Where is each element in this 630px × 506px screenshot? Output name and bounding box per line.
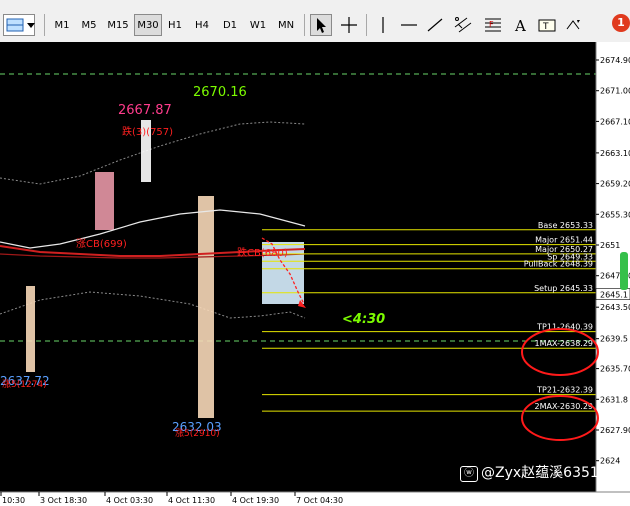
timeframe-m1-button[interactable]: M1 [50,14,74,36]
price-axis: 2674.90 2671.00 2667.10 2663.10 2659.20 2655.… [595,42,630,492]
toolbar-separator [304,14,305,36]
fibonacci-icon: F [485,18,501,32]
time-tick-label: 4 Oct 19:30 [232,496,279,505]
signal-tag: 涨5(1274) [2,379,47,390]
time-tick-label: 7 Oct 04:30 [296,496,343,505]
price-tick-label: 2631.8 [600,395,628,404]
svg-text:F: F [489,20,494,29]
watermark: ⓦ @Zyx赵蕴溪6351 [460,462,599,482]
signal-tag: 涨CB(699) [76,238,127,250]
signal-tag: 涨5(2910) [175,428,220,439]
label-tool-button[interactable]: T [536,14,558,36]
timeframe-m5-button[interactable]: M5 [77,14,101,36]
timeframe-mn-button[interactable]: MN [274,14,298,36]
svg-text:A: A [514,17,526,35]
timeframe-d1-button[interactable]: D1 [219,14,241,36]
time-tick-label: 10:30 [2,496,25,505]
time-axis: 10:30 3 Oct 18:30 4 Oct 03:30 4 Oct 11:30 4 … [0,491,630,506]
time-tick-label: 4 Oct 11:30 [168,496,215,505]
level-label: 1MAX-2638.29 [534,339,593,348]
price-tick-label: 2671.00 [600,87,630,96]
level-label: PullBack 2648.39 [524,260,593,269]
timeframe-w1-button[interactable]: W1 [246,14,270,36]
trendline-tool-button[interactable] [424,14,446,36]
signal-tag: 跌CB(680) [237,246,288,259]
level-label: TP21-2632.39 [536,386,593,395]
time-tick-label: 4 Oct 03:30 [106,496,153,505]
price-tick-label: 2624 [600,457,620,466]
bar-countdown: <4:30 [342,312,385,327]
channel-tool-button[interactable] [452,14,474,36]
zone-box [95,172,114,230]
timeframe-h1-button[interactable]: H1 [164,14,186,36]
timeframe-m15-button[interactable]: M15 [104,14,132,36]
zone-box [26,286,35,372]
fibonacci-tool-button[interactable]: F [482,14,504,36]
text-label-icon: T [538,19,556,32]
level-label: Base 2653.33 [538,221,593,230]
current-price-label: 2645.1 [600,291,628,300]
price-tick-label: 2639.5 [600,335,628,344]
level-label: Major 2651.44 [535,236,593,245]
equidistant-channel-icon [454,17,472,33]
toolbar-separator [366,14,367,36]
price-tick-label: 2643.50 [600,303,630,312]
arrows-tool-button[interactable] [562,14,584,36]
level-label: 2MAX-2630.29 [534,402,593,411]
crosshair-icon [341,17,357,33]
watermark-text: @Zyx赵蕴溪6351 [481,465,599,481]
cursor-tool-button[interactable] [310,14,332,36]
crosshair-tool-button[interactable] [338,14,360,36]
arrows-menu-icon [566,20,580,30]
timeframe-m30-button[interactable]: M30 [134,14,162,36]
price-tick-label: 2659.20 [600,180,630,189]
timeframe-h4-button[interactable]: H4 [191,14,213,36]
toolbar: M1 M5 M15 M30 H1 H4 D1 W1 MN F A T 1 [0,0,630,43]
text-tool-button[interactable]: A [510,14,532,36]
signal-tag: 跌(3)(757) [122,125,173,138]
price-tick-label: 2627.90 [600,426,630,435]
horizontal-line-tool-button[interactable] [398,14,420,36]
high-price-label: 2667.87 [118,103,172,118]
notification-badge[interactable]: 1 [612,14,630,32]
price-tick-label: 2635.70 [600,365,630,374]
text-tool-icon: A [514,17,526,35]
chart-overlays [0,42,596,492]
time-tick-label: 3 Oct 18:30 [40,496,87,505]
cursor-arrow-icon [317,18,326,33]
chart-grid-icon [6,18,24,32]
horizontal-line-icon [401,24,417,26]
dropdown-arrow-icon [27,23,35,28]
price-chart[interactable]: 2674.90 2671.00 2667.10 2663.10 2659.20 2655.… [0,42,630,506]
high-price-label: 2670.16 [193,85,247,100]
trendline-icon [427,18,443,32]
price-tick-label: 2651 [600,241,620,250]
price-tick-label: 2663.10 [600,149,630,158]
zone-box [198,196,214,418]
price-scale-handle [620,252,628,290]
price-tick-label: 2655.30 [600,210,630,219]
level-label: Setup 2645.33 [534,284,593,293]
price-tick-label: 2674.90 [600,56,630,65]
price-tick-label: 2667.10 [600,117,630,126]
weibo-logo-icon: ⓦ [460,466,478,482]
vertical-line-tool-button[interactable] [372,14,394,36]
svg-text:T: T [542,22,549,32]
vertical-line-icon [382,17,384,33]
toolbar-separator [44,14,45,36]
chart-selector-button[interactable] [3,14,35,36]
